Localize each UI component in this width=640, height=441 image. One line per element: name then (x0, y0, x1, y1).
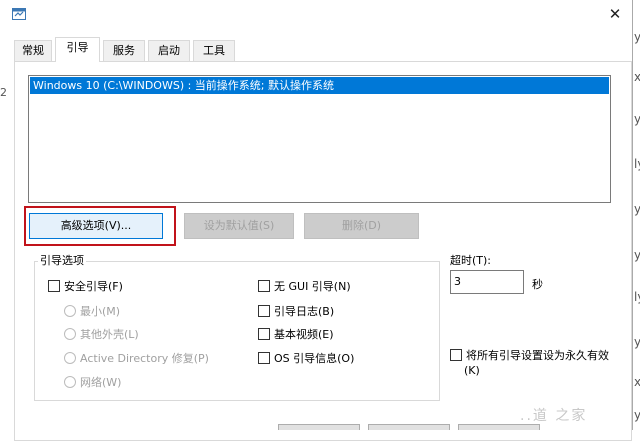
active-directory-radio[interactable]: Active Directory 修复(P) (64, 350, 209, 366)
os-list[interactable]: Windows 10 (C:\WINDOWS) : 当前操作系统; 默认操作系统 (28, 75, 611, 203)
checkbox-box[interactable] (258, 280, 270, 292)
background-left-char: 2 (0, 86, 7, 99)
tab-general[interactable]: 常规 (14, 40, 52, 61)
checkbox-box[interactable] (48, 280, 60, 292)
timeout-unit: 秒 (532, 278, 543, 291)
network-label: 网络(W) (80, 376, 122, 389)
ok-button-partial[interactable] (278, 424, 360, 430)
timeout-label: 超时(T): (450, 254, 492, 267)
os-boot-info-checkbox[interactable]: OS 引导信息(O) (258, 350, 354, 366)
make-permanent-label: 将所有引导设置设为永久有效 (466, 349, 609, 362)
safe-boot-checkbox[interactable]: 安全引导(F) (48, 278, 123, 294)
background-char: y (634, 30, 640, 44)
network-radio[interactable]: 网络(W) (64, 374, 121, 390)
radio-dot[interactable] (64, 376, 76, 388)
checkbox-box[interactable] (450, 349, 462, 361)
alternate-shell-radio[interactable]: 其他外壳(L) (64, 326, 139, 342)
radio-dot[interactable] (64, 328, 76, 340)
make-permanent-hotkey: (K) (464, 364, 480, 377)
boot-log-label: 引导日志(B) (274, 305, 335, 318)
base-video-checkbox[interactable]: 基本视频(E) (258, 326, 334, 342)
boot-log-checkbox[interactable]: 引导日志(B) (258, 303, 334, 319)
background-char: y (634, 202, 640, 216)
base-video-label: 基本视频(E) (274, 328, 334, 341)
timeout-input[interactable]: 3 (450, 270, 524, 294)
app-icon (12, 8, 26, 20)
background-char: ly (634, 157, 640, 171)
watermark: ..道 之家 (520, 408, 588, 424)
minimal-radio[interactable]: 最小(M) (64, 303, 120, 319)
tab-boot[interactable]: 引导 (55, 37, 100, 62)
radio-dot[interactable] (64, 305, 76, 317)
no-gui-boot-label: 无 GUI 引导(N) (274, 280, 351, 293)
alternate-shell-label: 其他外壳(L) (80, 328, 139, 341)
minimal-label: 最小(M) (80, 305, 121, 318)
set-default-button[interactable]: 设为默认值(S) (184, 213, 294, 239)
tab-startup[interactable]: 启动 (148, 40, 190, 61)
checkbox-box[interactable] (258, 328, 270, 340)
no-gui-boot-checkbox[interactable]: 无 GUI 引导(N) (258, 278, 351, 294)
boot-options-title: 引导选项 (38, 252, 86, 268)
radio-dot[interactable] (64, 352, 76, 364)
make-permanent-checkbox[interactable]: 将所有引导设置设为永久有效 (450, 347, 609, 363)
title-bar (0, 0, 640, 30)
checkbox-box[interactable] (258, 352, 270, 364)
background-char: y (634, 112, 640, 126)
delete-button[interactable]: 删除(D) (304, 213, 419, 239)
checkbox-box[interactable] (258, 305, 270, 317)
background-char: x (634, 70, 640, 84)
background-char: y (634, 335, 640, 349)
tab-tools[interactable]: 工具 (193, 40, 235, 61)
tab-services[interactable]: 服务 (103, 40, 145, 61)
background-char: ly (634, 290, 640, 304)
background-char: y (634, 408, 640, 422)
os-boot-info-label: OS 引导信息(O) (274, 352, 355, 365)
background-char: y (634, 248, 640, 262)
close-icon[interactable]: ✕ (604, 4, 626, 24)
background-char: x (634, 375, 640, 389)
cancel-button-partial[interactable] (368, 424, 450, 430)
active-directory-label: Active Directory 修复(P) (80, 352, 209, 365)
safe-boot-label: 安全引导(F) (64, 280, 123, 293)
advanced-options-button[interactable]: 高级选项(V)... (29, 213, 163, 239)
os-entry-windows10[interactable]: Windows 10 (C:\WINDOWS) : 当前操作系统; 默认操作系统 (30, 77, 609, 94)
